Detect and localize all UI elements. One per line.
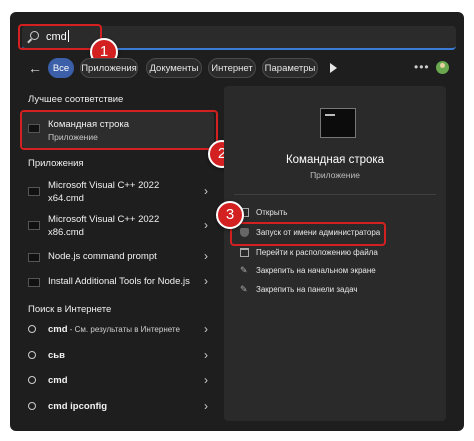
back-arrow-icon[interactable]: ← (28, 58, 42, 78)
app-item[interactable]: Node.js command prompt › (22, 249, 214, 265)
app-item[interactable]: Install Additional Tools for Node.js › (22, 274, 214, 290)
detail-panel: Командная строка Приложение Открыть Запу… (224, 86, 446, 421)
apps-title: Приложения (28, 158, 84, 169)
web-item-query: cmd (48, 324, 68, 335)
pin-icon: ✎ (240, 265, 248, 275)
web-item-suffix: - См. результаты в Интернете (67, 325, 180, 334)
detail-title: Командная строка (285, 154, 385, 166)
highlight-search (18, 24, 102, 50)
web-search-title: Поиск в Интернете (28, 304, 112, 315)
filter-apps[interactable]: Приложения (80, 58, 138, 78)
app-item-line2: x64.cmd (48, 193, 84, 204)
highlight-best-match (20, 110, 218, 150)
chevron-right-icon[interactable]: › (204, 322, 208, 336)
app-item[interactable]: Microsoft Visual C++ 2022 x64.cmd › (22, 180, 214, 206)
app-item-line2: x86.cmd (48, 227, 84, 238)
step-badge-3: 3 (216, 201, 244, 229)
chevron-right-icon[interactable]: › (204, 399, 208, 413)
divider (234, 194, 436, 195)
folder-icon (240, 248, 249, 257)
search-icon (28, 376, 36, 384)
filter-all[interactable]: Все (48, 58, 74, 78)
app-icon (28, 221, 40, 230)
chevron-right-icon[interactable]: › (204, 274, 208, 288)
more-icon[interactable]: ••• (414, 58, 430, 76)
app-icon (28, 187, 40, 196)
app-item-line1: Microsoft Visual C++ 2022 (48, 214, 160, 225)
app-icon (28, 278, 40, 287)
avatar[interactable] (436, 61, 449, 74)
search-icon (28, 325, 36, 333)
app-item-line1: Node.js command prompt (48, 251, 157, 262)
web-item-query: cmd ipconfig (48, 401, 108, 412)
action-open-file-location-label: Перейти к расположению файла (256, 248, 378, 257)
chevron-right-icon[interactable]: › (204, 373, 208, 387)
action-pin-taskbar-label: Закрепить на панели задач (256, 285, 358, 294)
search-icon (28, 351, 36, 359)
web-item[interactable]: cmd ipconfig › (22, 399, 214, 415)
web-item[interactable]: сьв › (22, 348, 214, 364)
action-pin-start-label: Закрепить на начальном экране (256, 266, 376, 275)
filter-bar: ← Все Приложения Документы Интернет Пара… (24, 58, 456, 78)
cmd-large-icon (320, 108, 356, 138)
filter-settings[interactable]: Параметры (262, 58, 318, 78)
filter-documents[interactable]: Документы (146, 58, 202, 78)
chevron-right-icon[interactable]: › (204, 348, 208, 362)
web-item-query: cmd (48, 375, 68, 386)
app-item[interactable]: Microsoft Visual C++ 2022 x86.cmd › (22, 214, 214, 240)
play-icon[interactable] (330, 63, 337, 73)
detail-subtitle: Приложение (310, 170, 360, 180)
best-match-title: Лучшее соответствие (28, 94, 124, 105)
pin-icon: ✎ (240, 284, 248, 294)
filter-internet[interactable]: Интернет (208, 58, 256, 78)
nodejs-icon (28, 253, 40, 262)
web-item-label: cmd - См. результаты в Интернете (48, 324, 180, 335)
highlight-run-as-admin (230, 222, 386, 246)
web-item[interactable]: cmd - См. результаты в Интернете › (22, 322, 214, 338)
search-icon (28, 402, 36, 410)
chevron-right-icon[interactable]: › (204, 249, 208, 263)
chevron-right-icon[interactable]: › (204, 184, 208, 198)
web-item[interactable]: cmd › (22, 373, 214, 389)
chevron-right-icon[interactable]: › (204, 218, 208, 232)
app-item-line1: Install Additional Tools for Node.js (48, 276, 190, 287)
app-item-line1: Microsoft Visual C++ 2022 (48, 180, 160, 191)
action-open-label: Открыть (256, 208, 288, 217)
web-item-query: сьв (48, 350, 65, 361)
